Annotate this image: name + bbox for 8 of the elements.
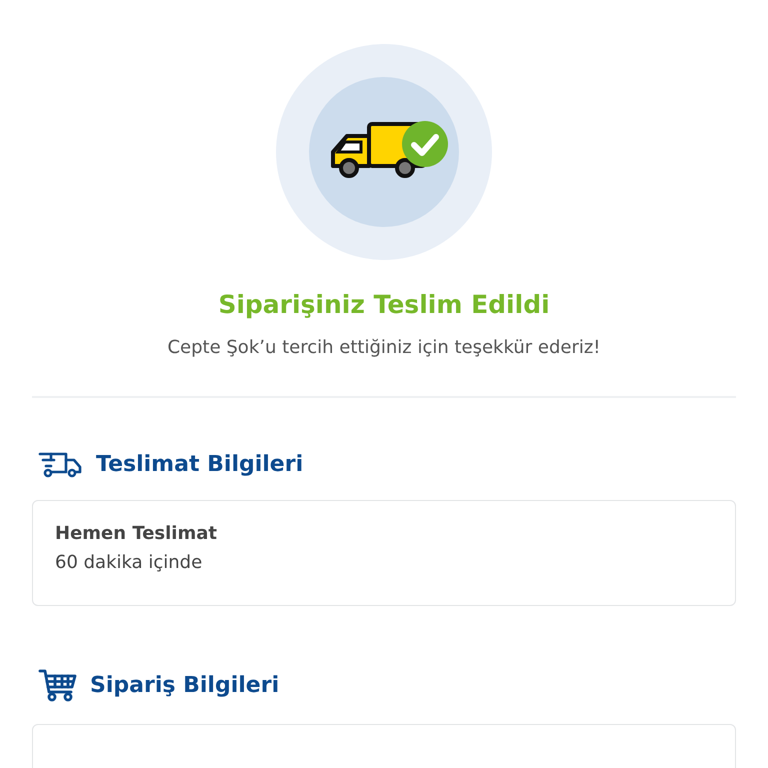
status-message: Cepte Şok’u tercih ettiğiniz için teşekkür ederiz! bbox=[166, 337, 602, 358]
section-title: Sipariş Bilgileri bbox=[90, 672, 280, 698]
section-title: Teslimat Bilgileri bbox=[96, 452, 304, 476]
cart-icon bbox=[38, 668, 78, 702]
delivery-time: 60 dakika içinde bbox=[55, 552, 204, 573]
status-title: Siparişiniz Teslim Edildi bbox=[217, 290, 551, 319]
delivery-type: Hemen Teslimat bbox=[55, 523, 218, 544]
fast-truck-icon bbox=[38, 450, 84, 478]
